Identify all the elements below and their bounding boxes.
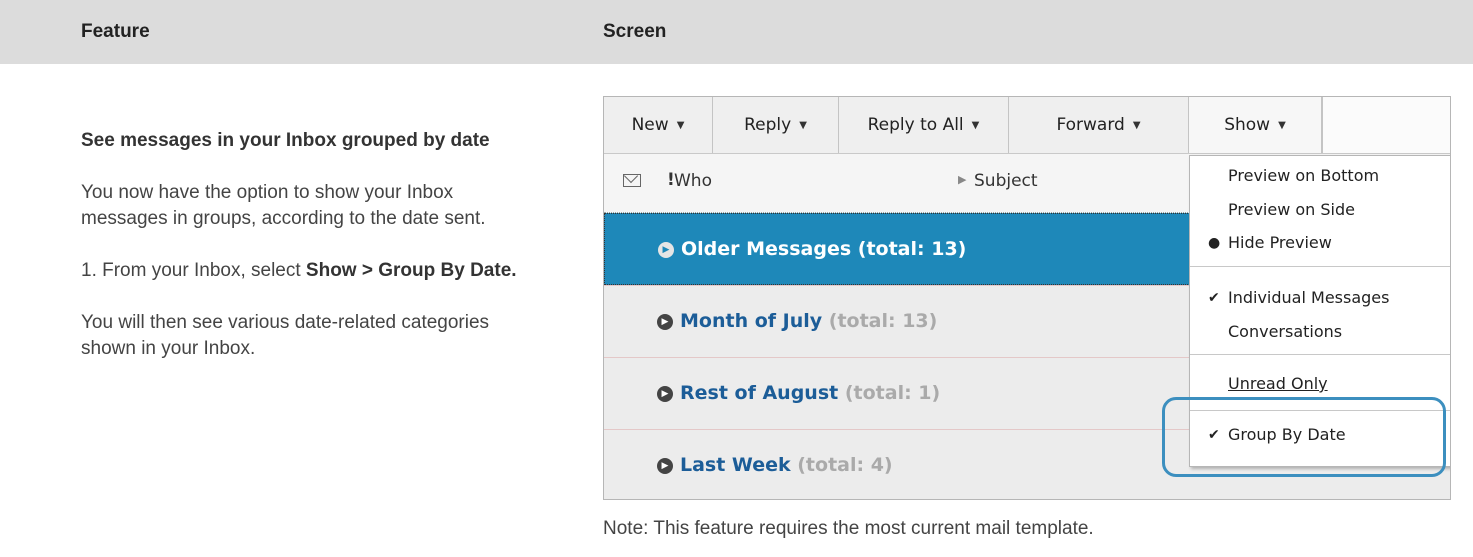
menu-item-label: Conversations xyxy=(1228,322,1343,341)
menu-item-label: Individual Messages xyxy=(1228,288,1390,307)
show-button[interactable]: Show ▼ xyxy=(1189,97,1322,153)
table-header: Feature Screen xyxy=(0,0,1473,64)
feature-column-header: Feature xyxy=(81,21,150,42)
feature-intro: You now have the option to show your Inb… xyxy=(81,182,486,229)
group-label: Month of July (total: 13) xyxy=(680,310,937,332)
group-label: Older Messages (total: 13) xyxy=(681,238,966,260)
reply-button[interactable]: Reply ▼ xyxy=(713,97,839,153)
menu-item-conversations[interactable]: Conversations xyxy=(1190,318,1450,346)
menu-item-label: Preview on Bottom xyxy=(1228,166,1380,185)
reply-all-label: Reply to All xyxy=(867,115,964,135)
mail-toolbar: New ▼ Reply ▼ Reply to All ▼ Forward ▼ Show ▼ xyxy=(604,97,1450,154)
menu-item-preview-bottom[interactable]: Preview on Bottom xyxy=(1190,162,1450,190)
menu-divider xyxy=(1190,354,1450,355)
bullet-icon: ● xyxy=(1208,235,1221,251)
chevron-down-icon: ▼ xyxy=(1132,120,1141,131)
show-label: Show xyxy=(1224,115,1271,135)
reply-all-button[interactable]: Reply to All ▼ xyxy=(839,97,1009,153)
step-command: Show > Group By Date. xyxy=(305,260,517,281)
group-name: Older Messages (total: 13) xyxy=(681,238,967,260)
chevron-down-icon: ▼ xyxy=(971,120,980,131)
group-label: Last Week (total: 4) xyxy=(680,454,893,476)
group-total: (total: 13) xyxy=(828,310,938,332)
menu-item-hide-preview[interactable]: ● Hide Preview xyxy=(1190,229,1450,257)
who-column-header[interactable]: Who xyxy=(674,171,712,191)
menu-item-label: Preview on Side xyxy=(1228,200,1355,219)
expand-arrow-icon[interactable]: ▶ xyxy=(657,314,673,330)
sort-arrow-icon: ▶ xyxy=(958,173,967,186)
forward-button[interactable]: Forward ▼ xyxy=(1009,97,1189,153)
chevron-down-icon: ▼ xyxy=(1278,120,1286,131)
menu-item-individual-messages[interactable]: ✔ Individual Messages xyxy=(1190,284,1450,312)
feature-result: You will then see various date-related c… xyxy=(81,312,490,359)
group-name: Rest of August xyxy=(680,382,839,404)
new-button[interactable]: New ▼ xyxy=(604,97,713,153)
menu-item-label: Unread Only xyxy=(1228,374,1328,393)
feature-description: See messages in your Inbox grouped by da… xyxy=(81,100,541,388)
forward-label: Forward xyxy=(1056,115,1125,135)
group-name: Month of July xyxy=(680,310,823,332)
menu-item-preview-side[interactable]: Preview on Side xyxy=(1190,196,1450,224)
group-name: Last Week xyxy=(680,454,791,476)
menu-item-label: Hide Preview xyxy=(1228,233,1332,252)
group-total: (total: 4) xyxy=(797,454,893,476)
group-label: Rest of August (total: 1) xyxy=(680,382,940,404)
expand-arrow-icon[interactable]: ▶ xyxy=(658,242,674,258)
expand-arrow-icon[interactable]: ▶ xyxy=(657,458,673,474)
menu-divider xyxy=(1190,266,1450,267)
step-prefix: 1. From your Inbox, select xyxy=(81,260,306,281)
group-total: (total: 1) xyxy=(844,382,941,404)
highlight-callout xyxy=(1162,397,1446,477)
feature-title: See messages in your Inbox grouped by da… xyxy=(81,130,490,151)
menu-item-unread-only[interactable]: Unread Only xyxy=(1190,370,1450,398)
new-label: New xyxy=(631,115,669,135)
chevron-down-icon: ▼ xyxy=(676,120,685,131)
expand-arrow-icon[interactable]: ▶ xyxy=(657,386,673,402)
envelope-icon xyxy=(623,174,641,187)
screen-column-header: Screen xyxy=(603,21,667,42)
chevron-down-icon: ▼ xyxy=(799,120,807,131)
template-note: Note: This feature requires the most cur… xyxy=(603,518,1094,539)
subject-column-header[interactable]: Subject xyxy=(974,171,1038,191)
toolbar-spacer xyxy=(1322,97,1450,153)
reply-label: Reply xyxy=(744,115,792,135)
feature-step: 1. From your Inbox, select Show > Group … xyxy=(81,258,541,284)
checkmark-icon: ✔ xyxy=(1208,290,1220,306)
